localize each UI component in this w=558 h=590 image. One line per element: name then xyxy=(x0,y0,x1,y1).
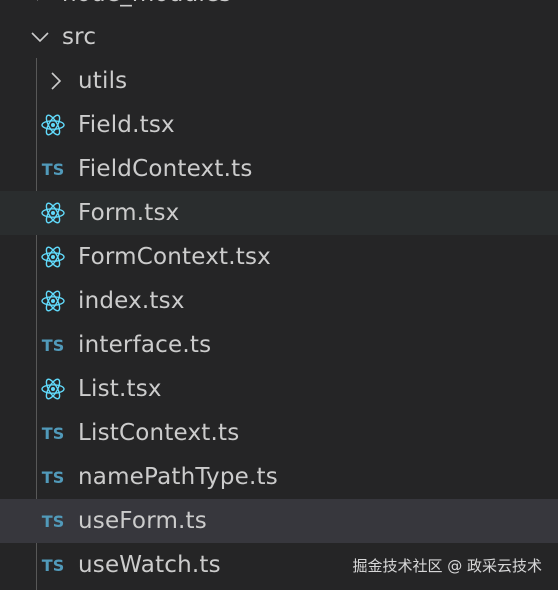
typescript-icon: TS xyxy=(41,555,65,575)
chevron-right-icon xyxy=(30,0,50,4)
tree-item-label: Field.tsx xyxy=(78,112,175,138)
tree-file-listcontext-ts[interactable]: TS ListContext.ts xyxy=(0,411,558,455)
typescript-icon: TS xyxy=(41,423,65,443)
tree-item-label: node_modules xyxy=(62,0,231,7)
chevron-right-icon xyxy=(46,71,66,91)
typescript-icon: TS xyxy=(41,159,65,179)
react-icon xyxy=(40,288,66,314)
react-icon xyxy=(40,112,66,138)
tree-file-useform-ts[interactable]: TS useForm.ts xyxy=(0,499,558,543)
react-icon xyxy=(40,244,66,270)
tree-item-label: utils xyxy=(78,68,128,94)
typescript-icon: TS xyxy=(41,467,65,487)
tree-item-label: FieldContext.ts xyxy=(78,156,253,182)
react-icon xyxy=(40,376,66,402)
tree-file-fieldcontext-ts[interactable]: TS FieldContext.ts xyxy=(0,147,558,191)
tree-item-label: useWatch.ts xyxy=(78,552,221,578)
tree-file-formcontext-tsx[interactable]: FormContext.tsx xyxy=(0,235,558,279)
tree-item-label: namePathType.ts xyxy=(78,464,278,490)
tree-item-node-modules[interactable]: node_modules xyxy=(0,0,558,16)
tree-item-label: index.tsx xyxy=(78,288,185,314)
react-icon xyxy=(40,200,66,226)
tree-item-label: Form.tsx xyxy=(78,200,180,226)
tree-file-list-tsx[interactable]: List.tsx xyxy=(0,367,558,411)
chevron-down-icon xyxy=(30,27,50,47)
watermark: 掘金技术社区 @ 政采云技术 xyxy=(352,557,542,575)
tree-file-interface-ts[interactable]: TS interface.ts xyxy=(0,323,558,367)
typescript-icon: TS xyxy=(41,511,65,531)
tree-item-label: FormContext.tsx xyxy=(78,244,271,270)
tree-file-field-tsx[interactable]: Field.tsx xyxy=(0,103,558,147)
tree-folder-src[interactable]: src xyxy=(0,15,558,59)
tree-item-label: useForm.ts xyxy=(78,508,207,534)
tree-file-form-tsx[interactable]: Form.tsx xyxy=(0,191,558,235)
tree-folder-utils[interactable]: utils xyxy=(0,59,558,103)
typescript-icon: TS xyxy=(41,335,65,355)
tree-item-label: ListContext.ts xyxy=(78,420,240,446)
tree-item-label: List.tsx xyxy=(78,376,162,402)
file-explorer: node_modules src utils Field.tsx TS Fiel… xyxy=(0,0,558,590)
tree-folder-label: src xyxy=(62,24,97,50)
tree-item-label: interface.ts xyxy=(78,332,212,358)
tree-file-index-tsx[interactable]: index.tsx xyxy=(0,279,558,323)
tree-file-namepathtype-ts[interactable]: TS namePathType.ts xyxy=(0,455,558,499)
